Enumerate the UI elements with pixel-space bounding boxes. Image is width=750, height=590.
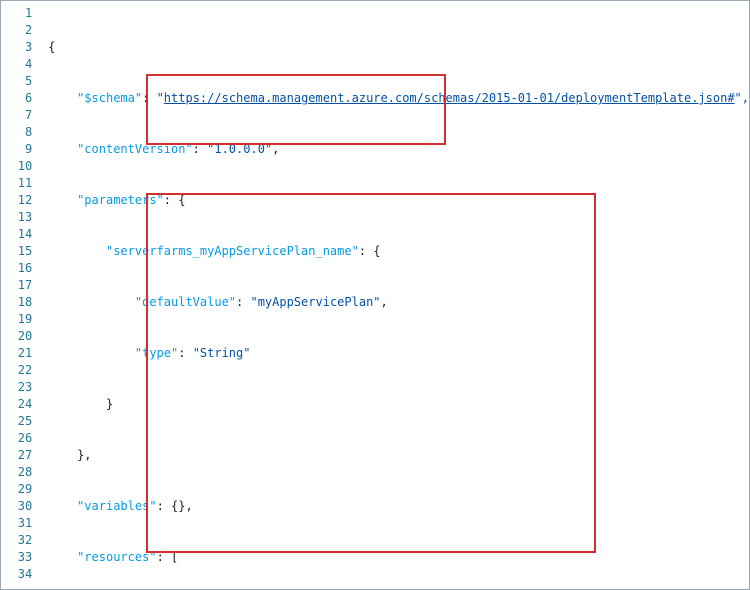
code-line[interactable]: }, [48, 447, 749, 464]
code-lines[interactable]: { "$schema": "https://schema.management.… [42, 1, 749, 589]
line-number: 34 [1, 566, 32, 583]
line-number: 4 [1, 56, 32, 73]
line-number: 5 [1, 73, 32, 90]
line-number: 17 [1, 277, 32, 294]
line-number: 29 [1, 481, 32, 498]
line-number: 25 [1, 413, 32, 430]
line-number: 14 [1, 226, 32, 243]
line-number: 28 [1, 464, 32, 481]
line-number: 26 [1, 430, 32, 447]
line-number: 18 [1, 294, 32, 311]
line-number: 1 [1, 5, 32, 22]
line-gutter: 1 2 3 4 5 6 7 8 9 10 11 12 13 14 15 16 1… [1, 1, 42, 589]
line-number: 24 [1, 396, 32, 413]
code-line[interactable]: "type": "String" [48, 345, 749, 362]
line-number: 21 [1, 345, 32, 362]
code-line[interactable]: "parameters": { [48, 192, 749, 209]
line-number: 33 [1, 549, 32, 566]
line-number: 30 [1, 498, 32, 515]
line-number: 11 [1, 175, 32, 192]
line-number: 8 [1, 124, 32, 141]
line-number: 22 [1, 362, 32, 379]
red-highlight-box [146, 74, 446, 145]
line-number: 9 [1, 141, 32, 158]
line-number: 6 [1, 90, 32, 107]
line-number: 20 [1, 328, 32, 345]
line-number: 13 [1, 209, 32, 226]
line-number: 31 [1, 515, 32, 532]
code-line[interactable]: "serverfarms_myAppServicePlan_name": { [48, 243, 749, 260]
code-line[interactable]: } [48, 396, 749, 413]
line-number: 19 [1, 311, 32, 328]
line-number: 3 [1, 39, 32, 56]
line-number: 15 [1, 243, 32, 260]
line-number: 27 [1, 447, 32, 464]
code-line[interactable]: "defaultValue": "myAppServicePlan", [48, 294, 749, 311]
line-number: 32 [1, 532, 32, 549]
line-number: 23 [1, 379, 32, 396]
code-line[interactable]: "variables": {}, [48, 498, 749, 515]
line-number: 16 [1, 260, 32, 277]
code-line[interactable]: { [48, 39, 749, 56]
line-number: 12 [1, 192, 32, 209]
line-number: 2 [1, 22, 32, 39]
code-editor[interactable]: 1 2 3 4 5 6 7 8 9 10 11 12 13 14 15 16 1… [1, 1, 749, 589]
code-line[interactable]: "$schema": "https://schema.management.az… [48, 90, 749, 107]
line-number: 10 [1, 158, 32, 175]
line-number: 7 [1, 107, 32, 124]
code-line[interactable]: "resources": [ [48, 549, 749, 566]
code-line[interactable]: "contentVersion": "1.0.0.0", [48, 141, 749, 158]
